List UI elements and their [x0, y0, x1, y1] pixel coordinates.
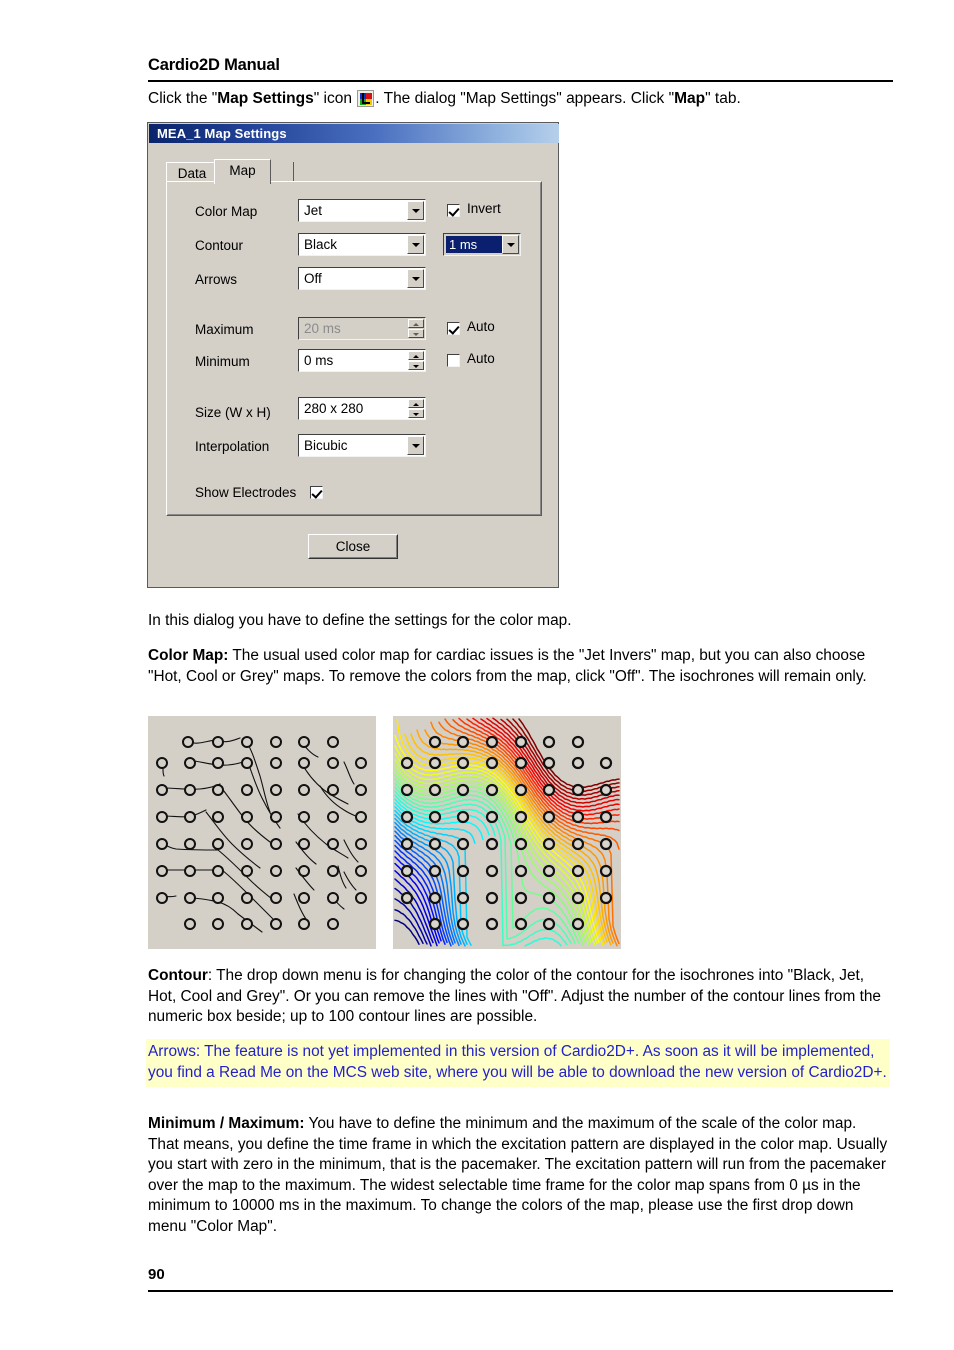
- maximum-stepper: 20 ms: [298, 317, 426, 340]
- map-tab-panel: Color Map Jet Invert Contour Black 1 ms: [166, 181, 542, 516]
- contour-combo[interactable]: Black: [298, 233, 426, 256]
- maximum-stepper-down: [408, 329, 424, 338]
- footer-rule: [148, 1290, 893, 1292]
- tab-data-label: Data: [177, 166, 207, 181]
- auto-maximum-label: Auto: [467, 319, 495, 334]
- arrows-combo[interactable]: Off: [298, 267, 426, 290]
- size-stepper[interactable]: 280 x 280: [298, 397, 426, 420]
- auto-maximum-checkbox[interactable]: [447, 322, 460, 335]
- paragraph-min-max-term: Minimum / Maximum:: [148, 1115, 305, 1132]
- maximum-stepper-buttons: [408, 319, 424, 338]
- paragraph-contour: Contour: The drop down menu is for chang…: [148, 966, 888, 1028]
- contour-chevron-down-icon[interactable]: [407, 235, 424, 254]
- interpolation-label: Interpolation: [195, 439, 270, 454]
- isochrone-map-black-svg: [148, 716, 376, 949]
- minimum-stepper-up[interactable]: [408, 351, 424, 360]
- note-arrows-not-implemented: Arrows: The feature is not yet implement…: [146, 1039, 890, 1088]
- contour-count-value: 1 ms: [449, 237, 478, 252]
- intro-bold-map-settings: Map Settings: [217, 90, 314, 107]
- minimum-label: Minimum: [195, 354, 250, 369]
- contour-value: Black: [304, 237, 338, 252]
- invert-label: Invert: [467, 201, 501, 216]
- maximum-value: 20 ms: [304, 321, 341, 336]
- paragraph-color-map-term: Color Map:: [148, 647, 229, 664]
- interpolation-combo[interactable]: Bicubic: [298, 434, 426, 457]
- paragraph-color-map: Color Map: The usual used color map for …: [148, 646, 888, 687]
- maximum-stepper-up: [408, 319, 424, 328]
- map-settings-icon: [357, 90, 375, 107]
- minimum-stepper[interactable]: 0 ms: [298, 349, 426, 372]
- intro-text-4: " tab.: [705, 90, 741, 107]
- arrows-value: Off: [304, 271, 322, 286]
- close-button-label: Close: [335, 539, 371, 554]
- header-rule: [148, 80, 893, 82]
- tab-map-label: Map: [229, 163, 256, 178]
- invert-checkbox[interactable]: [447, 204, 460, 217]
- auto-minimum-label: Auto: [467, 351, 495, 366]
- paragraph-color-map-text: The usual used color map for cardiac iss…: [148, 647, 867, 685]
- intro-text-2: " icon: [313, 90, 357, 107]
- interpolation-value: Bicubic: [304, 438, 348, 453]
- contour-count-field[interactable]: 1 ms: [443, 233, 521, 256]
- size-stepper-down[interactable]: [408, 409, 424, 418]
- paragraph-min-max-text: You have to define the minimum and the m…: [148, 1115, 888, 1235]
- page-number: 90: [148, 1266, 165, 1283]
- close-button[interactable]: Close: [308, 534, 398, 559]
- size-stepper-buttons[interactable]: [408, 399, 424, 418]
- isochrone-map-black-figure: [148, 716, 376, 949]
- color-map-combo[interactable]: Jet: [298, 199, 426, 222]
- size-label: Size (W x H): [195, 405, 271, 420]
- manual-page: Cardio2D Manual Click the "Map Settings"…: [0, 0, 954, 1350]
- arrows-chevron-down-icon[interactable]: [407, 269, 424, 288]
- color-map-chevron-down-icon[interactable]: [407, 201, 424, 220]
- paragraph-dialog-intro: In this dialog you have to define the se…: [148, 612, 572, 629]
- paragraph-contour-term: Contour: [148, 967, 208, 984]
- page-header-title: Cardio2D Manual: [148, 56, 280, 74]
- size-stepper-up[interactable]: [408, 399, 424, 408]
- paragraph-min-max: Minimum / Maximum: You have to define th…: [148, 1114, 888, 1238]
- contour-label: Contour: [195, 238, 244, 253]
- intro-paragraph: Click the "Map Settings" icon . The dial…: [148, 88, 908, 109]
- show-electrodes-label: Show Electrodes: [195, 485, 297, 500]
- auto-minimum-checkbox[interactable]: [447, 354, 460, 367]
- isochrone-map-jet-figure: [393, 716, 621, 949]
- color-map-label: Color Map: [195, 204, 258, 219]
- size-value: 280 x 280: [304, 401, 364, 416]
- arrows-label: Arrows: [195, 272, 238, 287]
- minimum-stepper-down[interactable]: [408, 361, 424, 370]
- minimum-value: 0 ms: [304, 353, 334, 368]
- maximum-label: Maximum: [195, 322, 254, 337]
- map-settings-dialog: MEA_1 Map Settings Data Map Color Map Je…: [147, 122, 559, 588]
- map-settings-dialog-figure: MEA_1 Map Settings Data Map Color Map Je…: [147, 122, 563, 592]
- color-map-value: Jet: [304, 203, 323, 218]
- minimum-stepper-buttons[interactable]: [408, 351, 424, 370]
- contour-count-chevron-down-icon[interactable]: [502, 235, 519, 254]
- interpolation-chevron-down-icon[interactable]: [407, 436, 424, 455]
- contour-count-highlight: 1 ms: [446, 236, 502, 253]
- isochrone-map-jet-svg: [393, 716, 621, 949]
- tab-map[interactable]: Map: [214, 159, 271, 184]
- intro-text-3: . The dialog "Map Settings" appears. Cli…: [375, 90, 675, 107]
- intro-bold-map: Map: [674, 90, 706, 107]
- dialog-titlebar: MEA_1 Map Settings: [149, 124, 559, 143]
- show-electrodes-checkbox[interactable]: [310, 486, 323, 499]
- paragraph-contour-text: : The drop down menu is for changing the…: [148, 967, 881, 1026]
- intro-text-1: Click the ": [148, 90, 218, 107]
- dialog-title: MEA_1 Map Settings: [157, 126, 287, 141]
